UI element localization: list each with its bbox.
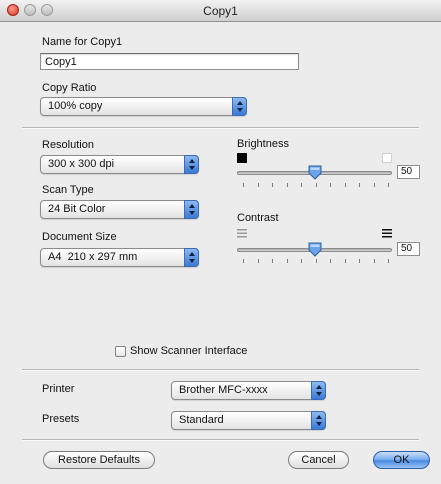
name-label: Name for Copy1: [42, 36, 123, 48]
name-input[interactable]: [40, 53, 299, 70]
presets-value: Standard: [179, 414, 224, 426]
popup-arrows-icon: [311, 411, 326, 430]
document-size-label: Document Size: [42, 231, 117, 243]
slider-tick: [315, 259, 317, 263]
show-scanner-checkbox[interactable]: [115, 346, 126, 357]
popup-arrows-icon: [184, 248, 199, 267]
light-square-icon: [382, 153, 392, 163]
slider-tick: [272, 259, 273, 263]
dark-square-icon: [237, 153, 247, 163]
copy-ratio-value: 100% copy: [48, 100, 103, 112]
slider-tick: [243, 183, 244, 187]
slider-tick: [330, 259, 331, 263]
contrast-value[interactable]: 50: [397, 242, 420, 256]
document-size-value: A4 210 x 297 mm: [48, 251, 138, 263]
slider-tick: [257, 259, 259, 263]
slider-tick: [388, 183, 389, 187]
slider-tick: [286, 183, 288, 187]
scan-type-value: 24 Bit Color: [48, 203, 106, 215]
copy-ratio-label: Copy Ratio: [42, 82, 97, 94]
slider-tick: [344, 259, 346, 263]
slider-tick: [388, 259, 389, 263]
printer-value: Brother MFC-xxxx: [179, 384, 268, 396]
window-title: Copy1: [203, 4, 238, 18]
contrast-ticks: [243, 259, 389, 263]
slider-tick: [359, 259, 360, 263]
contrast-slider-thumb[interactable]: [308, 242, 322, 257]
slider-tick: [315, 183, 317, 187]
slider-tick: [301, 259, 302, 263]
slider-tick: [301, 183, 302, 187]
popup-arrows-icon: [184, 155, 199, 174]
printer-popup[interactable]: Brother MFC-xxxx: [171, 381, 326, 400]
printer-label: Printer: [42, 383, 75, 395]
slider-tick: [344, 183, 346, 187]
slider-tick: [330, 183, 331, 187]
scan-type-label: Scan Type: [42, 184, 94, 196]
slider-tick: [243, 259, 244, 263]
brightness-ticks: [243, 183, 389, 187]
brightness-label: Brightness: [237, 138, 289, 150]
slider-tick: [373, 183, 375, 187]
resolution-value: 300 x 300 dpi: [48, 158, 115, 170]
slider-tick: [359, 183, 360, 187]
show-scanner-label[interactable]: Show Scanner Interface: [130, 345, 247, 357]
contrast-label: Contrast: [237, 212, 279, 224]
popup-arrows-icon: [311, 381, 326, 400]
separator: [22, 369, 419, 371]
cancel-button[interactable]: Cancel: [288, 451, 349, 469]
slider-tick: [286, 259, 288, 263]
popup-arrows-icon: [184, 200, 199, 219]
presets-label: Presets: [42, 413, 80, 425]
slider-tick: [257, 183, 259, 187]
presets-popup[interactable]: Standard: [171, 411, 326, 430]
separator: [22, 439, 419, 441]
copy-ratio-popup[interactable]: 100% copy: [40, 97, 247, 116]
popup-arrows-icon: [232, 97, 247, 116]
ok-button[interactable]: OK: [373, 451, 430, 469]
brightness-slider-thumb[interactable]: [308, 165, 322, 180]
window-title-bar: Copy1: [0, 0, 441, 22]
separator: [22, 127, 419, 129]
document-size-popup[interactable]: A4 210 x 297 mm: [40, 248, 199, 267]
restore-defaults-button[interactable]: Restore Defaults: [43, 451, 155, 469]
slider-tick: [272, 183, 273, 187]
slider-tick: [373, 259, 375, 263]
low-contrast-icon: [237, 229, 247, 238]
high-contrast-icon: [382, 229, 392, 238]
resolution-label: Resolution: [42, 139, 94, 151]
resolution-popup[interactable]: 300 x 300 dpi: [40, 155, 199, 174]
scan-type-popup[interactable]: 24 Bit Color: [40, 200, 199, 219]
brightness-value[interactable]: 50: [397, 165, 420, 179]
